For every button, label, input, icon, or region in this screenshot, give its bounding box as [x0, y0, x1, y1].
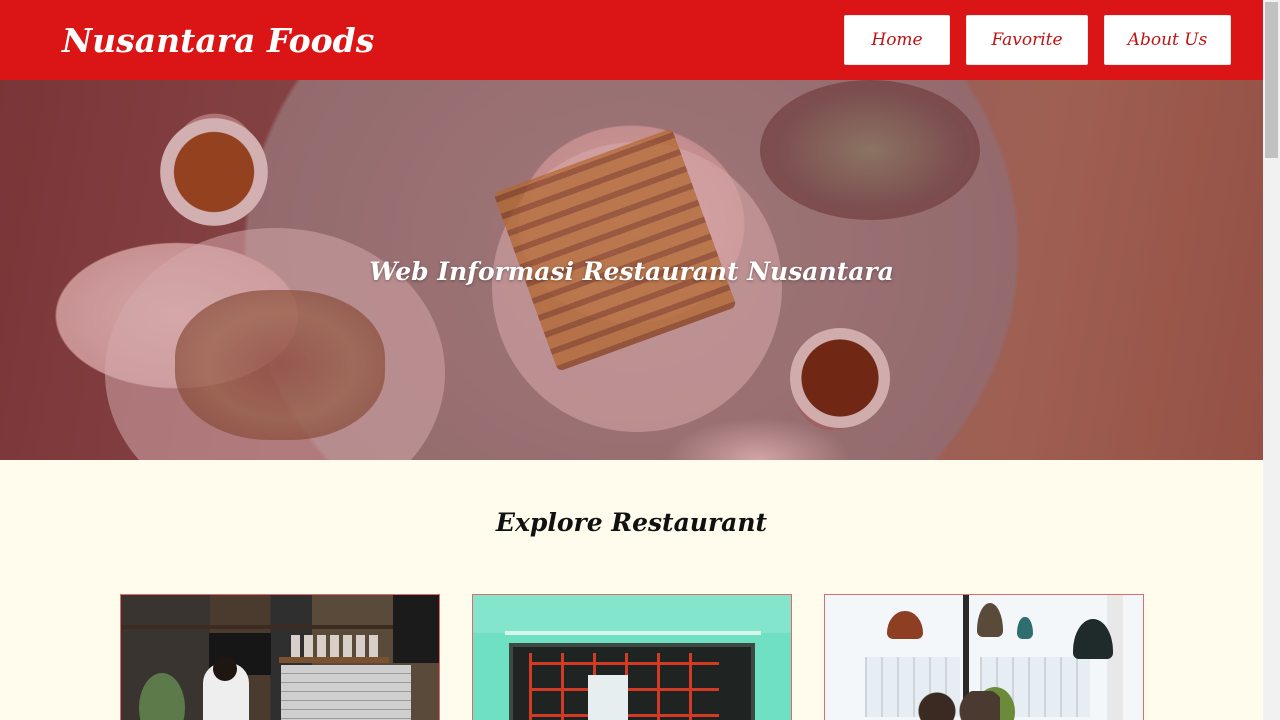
card-image-detail	[281, 665, 411, 720]
lamp-icon	[887, 611, 923, 639]
card-image-detail	[588, 675, 628, 720]
card-image-detail	[291, 635, 381, 657]
nav-about-us-button[interactable]: About Us	[1104, 15, 1231, 65]
hero-title: Web Informasi Restaurant Nusantara	[369, 257, 894, 286]
hero-banner: Web Informasi Restaurant Nusantara	[0, 80, 1263, 460]
card-image-detail	[473, 595, 791, 633]
restaurant-card[interactable]	[120, 594, 440, 720]
restaurant-card[interactable]	[824, 594, 1144, 720]
restaurant-card[interactable]	[472, 594, 792, 720]
vertical-scrollbar[interactable]	[1263, 0, 1280, 720]
scrollbar-thumb[interactable]	[1265, 2, 1278, 158]
lamp-icon	[977, 603, 1003, 637]
page: Nusantara Foods Home Favorite About Us W…	[0, 0, 1263, 720]
nav-favorite-button[interactable]: Favorite	[966, 15, 1088, 65]
card-image-detail	[505, 631, 761, 635]
nav-home-button[interactable]: Home	[844, 15, 950, 65]
card-image-detail	[910, 691, 1000, 720]
card-image-detail	[279, 657, 389, 663]
card-image-detail	[139, 673, 185, 720]
app-bar: Nusantara Foods Home Favorite About Us	[0, 0, 1263, 80]
card-image-detail	[213, 657, 237, 681]
card-image-detail	[393, 595, 439, 663]
main-nav: Home Favorite About Us	[844, 15, 1231, 65]
brand-title[interactable]: Nusantara Foods	[62, 21, 374, 60]
explore-title: Explore Restaurant	[495, 508, 768, 537]
lamp-icon	[1017, 617, 1033, 639]
